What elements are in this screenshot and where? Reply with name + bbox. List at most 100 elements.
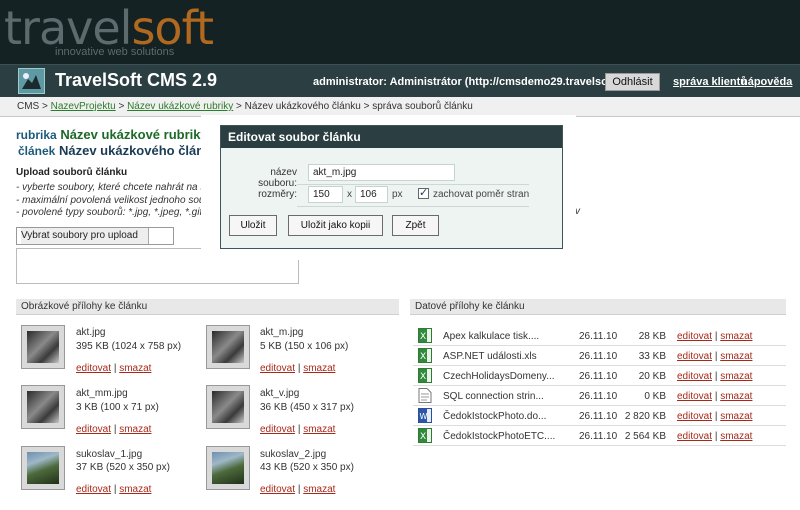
file-date: 26.11.10: [579, 431, 618, 442]
edit-link[interactable]: editovat: [677, 411, 712, 422]
file-date: 26.11.10: [579, 331, 618, 342]
excel-icon: X: [418, 348, 432, 363]
logo-tagline: innovative web solutions: [55, 46, 175, 58]
delete-link[interactable]: smazat: [720, 391, 752, 402]
breadcrumb-separator: >: [42, 101, 48, 112]
image-thumbnail[interactable]: [206, 325, 250, 369]
delete-link[interactable]: smazat: [720, 351, 752, 362]
file-date: 26.11.10: [579, 411, 618, 422]
dialog-divider: [297, 184, 529, 185]
edit-link[interactable]: editovat: [260, 424, 295, 435]
file-size: 20 KB: [638, 371, 666, 382]
image-actions: editovat | smazat: [260, 424, 335, 435]
edit-link[interactable]: editovat: [76, 424, 111, 435]
edit-link[interactable]: editovat: [260, 484, 295, 495]
file-name: ČedokIstockPhoto.do...: [443, 411, 547, 422]
edit-link[interactable]: editovat: [677, 351, 712, 362]
file-name: CzechHolidaysDomeny...: [443, 371, 555, 382]
image-thumbnail[interactable]: [21, 446, 65, 490]
delete-link[interactable]: smazat: [303, 363, 335, 374]
logout-button[interactable]: Odhlásit: [605, 73, 660, 91]
delete-link[interactable]: smazat: [303, 484, 335, 495]
action-separator: |: [714, 431, 718, 442]
filename-label: název souboru:: [258, 167, 297, 189]
edit-link[interactable]: editovat: [677, 391, 712, 402]
save-as-copy-button[interactable]: Uložit jako kopii: [288, 215, 383, 236]
delete-link[interactable]: smazat: [119, 424, 151, 435]
app-bar: TravelSoft CMS 2.9 administrator: Admini…: [0, 64, 800, 97]
edit-link[interactable]: editovat: [260, 363, 295, 374]
file-date: 26.11.10: [579, 391, 618, 402]
file-actions: editovat | smazat: [677, 351, 752, 362]
rubrika-heading: rubrika Název ukázkové rubriky: [16, 127, 208, 142]
file-size: 33 KB: [638, 351, 666, 362]
edit-link[interactable]: editovat: [677, 371, 712, 382]
image-info: 3 KB (100 x 71 px): [76, 402, 159, 413]
image-attachments-header: Obrázkové přílohy ke článku: [16, 299, 399, 315]
clanek-heading: článek Název ukázkového článku: [18, 143, 219, 158]
delete-link[interactable]: smazat: [720, 411, 752, 422]
breadcrumb-project-link[interactable]: NazevProjektu: [51, 101, 116, 112]
keep-ratio-checkbox[interactable]: [418, 186, 429, 199]
delete-link[interactable]: smazat: [720, 331, 752, 342]
delete-link[interactable]: smazat: [119, 484, 151, 495]
save-button[interactable]: Uložit: [229, 215, 277, 236]
breadcrumb-separator: >: [118, 101, 125, 112]
edit-link[interactable]: editovat: [677, 331, 712, 342]
filename-input[interactable]: [308, 164, 455, 181]
file-actions: editovat | smazat: [677, 391, 752, 402]
image-name: sukoslav_1.jpg: [76, 449, 143, 460]
select-files-button[interactable]: Vybrat soubory pro upload: [16, 227, 174, 245]
text-file-icon: [418, 388, 432, 403]
file-size: 0 KB: [644, 391, 666, 402]
back-button[interactable]: Zpět: [392, 215, 439, 236]
dialog-title: Editovat soubor článku: [221, 126, 562, 148]
edit-link[interactable]: editovat: [76, 363, 111, 374]
image-thumbnail[interactable]: [206, 385, 250, 429]
delete-link[interactable]: smazat: [303, 424, 335, 435]
upload-note: - maximální povolená velikost jednoho so…: [16, 195, 225, 206]
svg-text:X: X: [420, 372, 426, 382]
file-actions: editovat | smazat: [677, 411, 752, 422]
breadcrumb-current: správa souborů článku: [372, 101, 473, 112]
image-thumbnail[interactable]: [206, 446, 250, 490]
image-name: akt_mm.jpg: [76, 388, 128, 399]
delete-link[interactable]: smazat: [720, 371, 752, 382]
file-actions: editovat | smazat: [677, 331, 752, 342]
image-info: 37 KB (520 x 350 px): [76, 462, 170, 473]
delete-link[interactable]: smazat: [720, 431, 752, 442]
file-row: X Apex kalkulace tisk.... 26.11.10 28 KB…: [413, 326, 786, 346]
image-thumbnail[interactable]: [21, 325, 65, 369]
image-name: akt_m.jpg: [260, 327, 304, 338]
file-row: X ČedokIstockPhotoETC.... 26.11.10 2 564…: [413, 426, 786, 446]
rubrika-value: Název ukázkové rubriky: [60, 127, 208, 142]
dialog-divider: [297, 206, 529, 207]
image-name: sukoslav_2.jpg: [260, 449, 327, 460]
excel-icon: X: [418, 428, 432, 443]
breadcrumb-category-link[interactable]: Název ukázkové rubriky: [127, 101, 233, 112]
select-files-label: Vybrat soubory pro upload: [21, 228, 149, 244]
help-link[interactable]: nápověda: [741, 76, 792, 88]
file-row: W ČedokIstockPhoto.do... 26.11.10 2 820 …: [413, 406, 786, 426]
breadcrumb-separator: >: [363, 101, 370, 112]
data-attachments-header: Datové přílohy ke článku: [410, 299, 786, 315]
file-size: 2 564 KB: [624, 431, 666, 442]
file-size: 2 820 KB: [624, 411, 666, 422]
width-input[interactable]: [308, 186, 343, 203]
edit-link[interactable]: editovat: [76, 484, 111, 495]
edit-link[interactable]: editovat: [677, 431, 712, 442]
image-info: 43 KB (520 x 350 px): [260, 462, 354, 473]
height-input[interactable]: [355, 186, 388, 203]
image-actions: editovat | smazat: [76, 484, 151, 495]
delete-link[interactable]: smazat: [119, 363, 151, 374]
image-thumbnail[interactable]: [21, 385, 65, 429]
image-preview: [27, 452, 59, 484]
breadcrumb-article: Název ukázkového článku: [244, 101, 361, 112]
action-separator: |: [113, 484, 117, 495]
image-preview: [27, 391, 59, 423]
client-admin-link[interactable]: správa klientů: [673, 76, 747, 88]
image-info: 395 KB (1024 x 758 px): [76, 341, 182, 352]
action-separator: |: [113, 424, 117, 435]
file-row: SQL connection strin... 26.11.10 0 KB ed…: [413, 386, 786, 406]
action-separator: |: [113, 363, 117, 374]
